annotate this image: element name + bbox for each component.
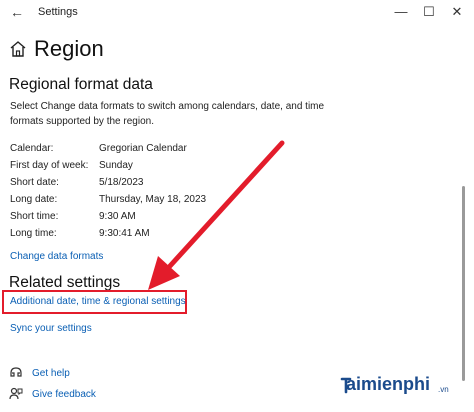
long-time-label: Long time: [10,228,57,239]
long-date-label: Long date: [10,194,58,205]
watermark-text: aimienphi [346,374,431,394]
home-icon [10,41,26,57]
change-data-formats-link[interactable]: Change data formats [10,251,103,262]
first-day-label: First day of week: [10,160,89,171]
help-icon [10,367,22,377]
short-date-value: 5/18/2023 [99,177,144,188]
long-date-value: Thursday, May 18, 2023 [99,194,207,205]
additional-settings-link[interactable]: Additional date, time & regional setting… [10,296,186,307]
window-title: Settings [38,6,78,18]
short-date-label: Short date: [10,177,59,188]
long-time-value: 9:30:41 AM [99,228,150,239]
regional-format-heading: Regional format data [9,76,153,93]
maximize-button[interactable]: ☐ [416,2,442,22]
minimize-button[interactable]: — [388,2,414,22]
first-day-value: Sunday [99,160,133,171]
short-time-value: 9:30 AM [99,211,136,222]
get-help-link[interactable]: Get help [32,368,70,379]
feedback-icon [9,387,23,400]
page-title: Region [34,36,104,61]
sync-settings-link[interactable]: Sync your settings [10,323,92,334]
calendar-label: Calendar: [10,143,54,154]
short-time-label: Short time: [10,211,59,222]
scrollbar[interactable] [462,186,465,381]
watermark-suffix: .vn [438,385,449,394]
give-feedback-link[interactable]: Give feedback [32,389,96,400]
close-button[interactable]: ✕ [444,2,470,22]
calendar-value: Gregorian Calendar [99,143,187,154]
back-button[interactable]: ← [6,2,28,22]
regional-format-description: Select Change data formats to switch amo… [10,101,325,127]
